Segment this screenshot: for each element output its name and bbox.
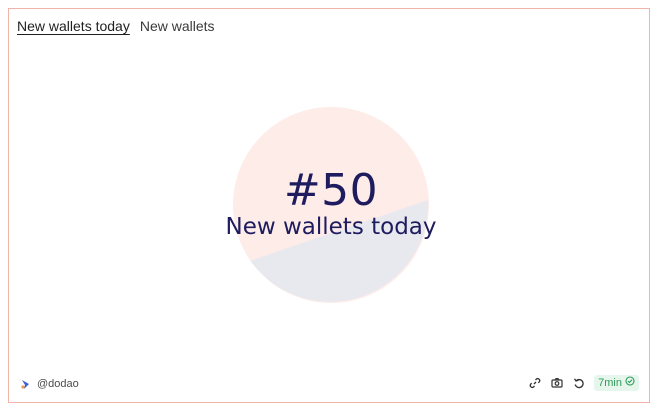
- freshness-badge: 7min: [594, 375, 639, 391]
- tab-bar: New wallets today New wallets: [17, 18, 215, 34]
- dune-logo-icon: [20, 379, 31, 390]
- link-icon[interactable]: [528, 377, 541, 390]
- author-handle[interactable]: @dodao: [37, 378, 79, 390]
- counter-block: #50 New wallets today: [209, 167, 453, 241]
- camera-icon[interactable]: [550, 377, 563, 390]
- author-info[interactable]: @dodao: [20, 378, 79, 390]
- freshness-text: 7min: [598, 377, 622, 389]
- refresh-icon[interactable]: [572, 377, 585, 390]
- tab-new-wallets-today[interactable]: New wallets today: [17, 18, 130, 34]
- widget-card: New wallets today New wallets #50 New wa…: [8, 8, 650, 403]
- tab-new-wallets[interactable]: New wallets: [140, 18, 215, 34]
- toolbar: 7min: [528, 375, 639, 391]
- counter-value: #50: [283, 165, 379, 216]
- check-circle-icon: [625, 376, 635, 390]
- counter-label: New wallets today: [225, 214, 437, 240]
